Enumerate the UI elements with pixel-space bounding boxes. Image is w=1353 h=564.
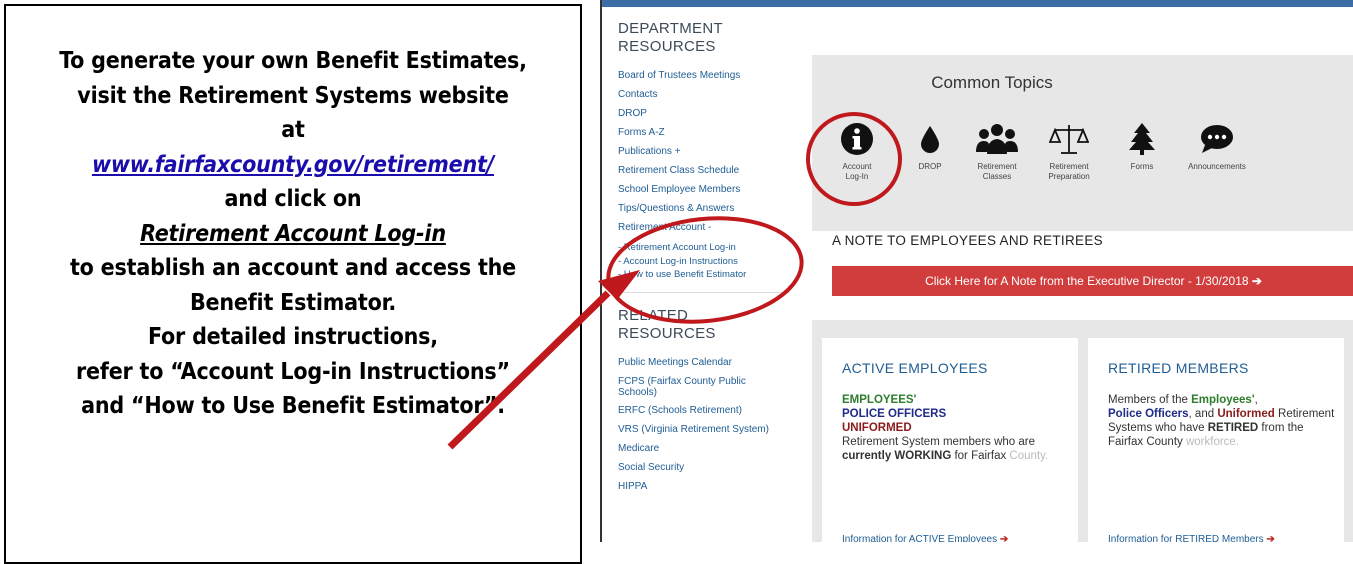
info-icon — [822, 120, 892, 158]
callout-line: to establish an account and access the — [69, 255, 517, 281]
sidebar-link-vrs[interactable]: VRS (Virginia Retirement System) — [618, 420, 798, 439]
system-name: POLICE OFFICERS — [842, 408, 947, 420]
dept-resources-heading: DEPARTMENT RESOURCES — [618, 20, 723, 55]
member-cards-panel: ACTIVE EMPLOYEES EMPLOYEES' POLICE OFFIC… — [812, 320, 1353, 542]
related-resources-heading: RELATED RESOURCES — [618, 306, 716, 342]
instruction-text: To generate your own Benefit Estimates, … — [6, 44, 580, 424]
tree-icon — [1107, 120, 1177, 158]
callout-line: For detailed instructions, — [148, 324, 438, 350]
active-employees-link[interactable]: Information for ACTIVE Employees ➔ — [842, 534, 1008, 542]
sidebar-link-trustees[interactable]: Board of Trustees Meetings — [618, 66, 798, 85]
scale-icon — [1034, 120, 1104, 158]
active-employees-card: ACTIVE EMPLOYEES EMPLOYEES' POLICE OFFIC… — [822, 338, 1078, 542]
drop-icon — [895, 120, 965, 158]
callout-line: at — [281, 117, 305, 143]
sidebar-link-contacts[interactable]: Contacts — [618, 85, 798, 104]
card-title: RETIRED MEMBERS — [1108, 360, 1249, 376]
topic-label: Announcements — [1188, 162, 1246, 171]
topic-account-login[interactable]: Account Log-In — [822, 120, 892, 182]
instruction-callout: To generate your own Benefit Estimates, … — [4, 4, 582, 564]
sidebar: DEPARTMENT RESOURCES Board of Trustees Me… — [618, 20, 798, 496]
site-top-bar — [602, 0, 1353, 7]
callout-line: visit the Retirement Systems website — [77, 82, 509, 109]
topic-label: DROP — [918, 162, 942, 171]
callout-line: and click on — [224, 186, 362, 212]
sidebar-sublink-benefit-estimator[interactable]: - How to use Benefit Estimator — [618, 268, 798, 282]
topic-label: Account Log-In — [842, 162, 872, 181]
topic-announcements[interactable]: Announcements — [1177, 120, 1257, 172]
arrow-right-icon: ➔ — [1266, 534, 1275, 542]
common-topics-title: Common Topics — [931, 73, 1053, 92]
card-title: ACTIVE EMPLOYEES — [842, 360, 988, 376]
sidebar-link-tips[interactable]: Tips/Questions & Answers — [618, 199, 798, 218]
topic-forms[interactable]: Forms — [1107, 120, 1177, 172]
system-name: UNIFORMED — [842, 422, 912, 434]
sidebar-link-class-schedule[interactable]: Retirement Class Schedule — [618, 161, 798, 180]
callout-line: refer to “Account Log-in Instructions” — [76, 358, 510, 385]
retired-members-card: RETIRED MEMBERS Members of the Employees… — [1088, 338, 1344, 542]
topic-drop[interactable]: DROP — [895, 120, 965, 172]
callout-line: To generate your own Benefit Estimates, — [59, 48, 527, 74]
card-body: EMPLOYEES' POLICE OFFICERS UNIFORMED Ret… — [842, 393, 1072, 463]
sidebar-link-school-employees[interactable]: School Employee Members — [618, 180, 798, 199]
callout-line: Benefit Estimator. — [189, 289, 397, 316]
sidebar-link-erfc[interactable]: ERFC (Schools Retirement) — [618, 401, 798, 420]
topic-retirement-preparation[interactable]: Retirement Preparation — [1034, 120, 1104, 182]
note-button-label: Click Here for A Note from the Executive… — [925, 274, 1249, 288]
sidebar-link-drop[interactable]: DROP — [618, 104, 798, 123]
system-name: EMPLOYEES' — [842, 394, 917, 406]
topic-label: Retirement Preparation — [1048, 162, 1090, 181]
website-screenshot: DEPARTMENT RESOURCES Board of Trustees Me… — [600, 0, 1353, 542]
sidebar-link-publications[interactable]: Publications + — [618, 142, 798, 161]
sidebar-divider — [618, 291, 790, 293]
sidebar-link-hippa[interactable]: HIPPA — [618, 477, 798, 496]
retired-members-link[interactable]: Information for RETIRED Members ➔ — [1108, 534, 1275, 542]
topic-retirement-classes[interactable]: Retirement Classes — [962, 120, 1032, 182]
sidebar-link-retirement-account[interactable]: Retirement Account - — [618, 218, 798, 237]
chat-icon — [1177, 120, 1257, 158]
arrow-right-icon: ➔ — [1248, 274, 1262, 288]
callout-emphasis: Retirement Account Log-in — [140, 220, 446, 247]
sidebar-link-forms[interactable]: Forms A-Z — [618, 123, 798, 142]
sidebar-sublink-login-instructions[interactable]: - Account Log-in Instructions — [618, 255, 798, 269]
common-topics-panel: Common Topics Account Log-In DROP Retire… — [812, 55, 1353, 231]
note-heading: A NOTE TO EMPLOYEES AND RETIREES — [832, 233, 1103, 248]
topic-label: Forms — [1130, 162, 1154, 171]
topic-label: Retirement Classes — [977, 162, 1017, 181]
sidebar-link-social-security[interactable]: Social Security — [618, 458, 798, 477]
sidebar-link-public-meetings[interactable]: Public Meetings Calendar — [618, 353, 798, 372]
sidebar-sublink-login[interactable]: - Retirement Account Log-in — [618, 241, 798, 255]
sidebar-link-medicare[interactable]: Medicare — [618, 439, 798, 458]
group-icon — [962, 120, 1032, 158]
retirement-website-link[interactable]: www.fairfaxcounty.gov/retirement/ — [92, 152, 494, 178]
arrow-right-icon: ➔ — [999, 534, 1009, 542]
callout-line: and “How to Use Benefit Estimator”. — [81, 393, 505, 419]
card-body: Members of the Employees', Police Office… — [1108, 394, 1335, 448]
sidebar-link-fcps[interactable]: FCPS (Fairfax County Public Schools) — [618, 372, 778, 401]
executive-director-note-button[interactable]: Click Here for A Note from the Executive… — [832, 266, 1353, 296]
